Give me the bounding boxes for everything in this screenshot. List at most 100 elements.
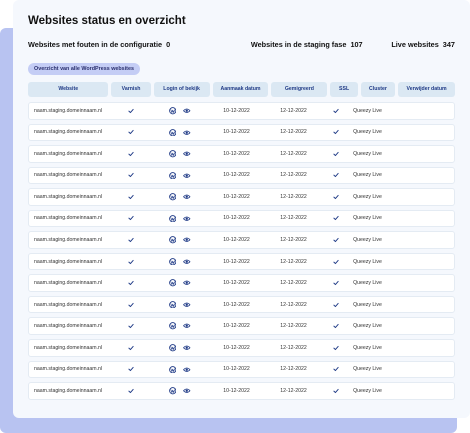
migrated-date: 12-12-2022 (280, 366, 307, 373)
table-row[interactable]: naam.staging.domeinnaam.nl 10-12-2022 12-1… (28, 145, 455, 163)
status-card: Websites status en overzicht Websites me… (13, 0, 470, 418)
check-icon (333, 302, 339, 308)
website-url[interactable]: naam.staging.domeinnaam.nl (29, 146, 111, 162)
table-row[interactable]: naam.staging.domeinnaam.nl 10-12-2022 12-1… (28, 188, 455, 206)
wordpress-icon[interactable] (168, 257, 177, 266)
eye-icon[interactable] (183, 236, 191, 244)
login-actions (151, 383, 208, 399)
website-url[interactable]: naam.staging.domeinnaam.nl (29, 103, 111, 119)
cluster-name: Queezy Live (353, 323, 382, 330)
wordpress-icon[interactable] (168, 301, 177, 309)
website-url[interactable]: naam.staging.domeinnaam.nl (29, 232, 111, 248)
stat-staging-label: Websites in de staging fase (250, 40, 347, 49)
wordpress-icon[interactable] (168, 128, 177, 137)
ssl-status (322, 297, 350, 313)
eye-icon[interactable] (183, 150, 191, 158)
login-actions (151, 362, 208, 378)
delete-date (385, 254, 443, 270)
column-header-migrated[interactable]: Gemigreerd (271, 82, 328, 97)
website-url[interactable]: naam.staging.domeinnaam.nl (29, 362, 111, 378)
wordpress-icon[interactable] (168, 344, 177, 352)
check-icon (128, 194, 134, 200)
website-url[interactable]: naam.staging.domeinnaam.nl (29, 254, 111, 270)
table-row[interactable]: naam.staging.domeinnaam.nl 10-12-2022 12-1… (28, 123, 455, 142)
eye-icon[interactable] (183, 172, 191, 180)
table-row[interactable]: naam.staging.domeinnaam.nl 10-12-2022 12-1… (28, 317, 455, 335)
eye-icon[interactable] (183, 258, 191, 266)
column-header-login[interactable]: Login of bekijk (153, 82, 210, 97)
created-date: 10-12-2022 (223, 344, 250, 351)
filter-pill[interactable]: Overzicht van alle WordPress websites (28, 63, 140, 75)
table-row[interactable]: naam.staging.domeinnaam.nl 10-12-2022 12-1… (28, 231, 455, 249)
column-header-added[interactable]: Aanmaak datum (212, 82, 269, 97)
table-row[interactable]: naam.staging.domeinnaam.nl 10-12-2022 12-1… (28, 295, 455, 314)
website-url[interactable]: naam.staging.domeinnaam.nl (29, 189, 111, 205)
migrated-date: 12-12-2022 (280, 344, 307, 351)
column-header-ssl[interactable]: SSL (330, 82, 358, 97)
eye-icon[interactable] (183, 322, 191, 330)
check-icon (128, 259, 134, 265)
login-actions (151, 232, 208, 248)
table-row[interactable]: naam.staging.domeinnaam.nl 10-12-2022 12-1… (28, 339, 455, 357)
cluster-name: Queezy Live (353, 387, 382, 394)
eye-icon[interactable] (183, 366, 191, 374)
wordpress-icon[interactable] (168, 193, 177, 201)
eye-icon[interactable] (183, 215, 191, 223)
column-header-varnish[interactable]: Varnish (111, 82, 151, 97)
website-url[interactable]: naam.staging.domeinnaam.nl (29, 211, 111, 227)
wordpress-icon[interactable] (168, 150, 177, 158)
wordpress-icon[interactable] (168, 387, 177, 395)
wordpress-icon[interactable] (168, 279, 177, 287)
login-actions (151, 103, 208, 119)
varnish-status (111, 340, 151, 356)
stat-live-count: 347 (442, 40, 455, 49)
delete-date (385, 211, 443, 227)
website-url[interactable]: naam.staging.domeinnaam.nl (29, 297, 111, 313)
column-header-website[interactable]: Website (28, 82, 109, 97)
website-url[interactable]: naam.staging.domeinnaam.nl (29, 275, 111, 291)
check-icon (128, 215, 134, 221)
wordpress-icon[interactable] (168, 171, 177, 180)
column-header-delete-date[interactable]: Verwijder datum (398, 82, 456, 97)
eye-icon[interactable] (183, 344, 191, 352)
cluster-name: Queezy Live (353, 366, 382, 373)
website-url[interactable]: naam.staging.domeinnaam.nl (29, 168, 111, 184)
eye-icon[interactable] (183, 107, 191, 115)
table-row[interactable]: naam.staging.domeinnaam.nl 10-12-2022 12-1… (28, 382, 455, 400)
wordpress-icon[interactable] (168, 365, 177, 374)
eye-icon[interactable] (183, 301, 191, 309)
website-url[interactable]: naam.staging.domeinnaam.nl (29, 318, 111, 334)
wordpress-icon[interactable] (168, 107, 177, 115)
eye-icon[interactable] (183, 193, 191, 201)
website-url[interactable]: naam.staging.domeinnaam.nl (29, 340, 111, 356)
eye-icon[interactable] (183, 279, 191, 287)
website-url[interactable]: naam.staging.domeinnaam.nl (29, 383, 111, 399)
check-icon (333, 108, 339, 114)
delete-date (385, 297, 443, 313)
table-row[interactable]: naam.staging.domeinnaam.nl 10-12-2022 12-1… (28, 274, 455, 292)
table-row[interactable]: naam.staging.domeinnaam.nl 10-12-2022 12-1… (28, 360, 455, 379)
table-row[interactable]: naam.staging.domeinnaam.nl 10-12-2022 12-1… (28, 209, 455, 228)
page-title: Websites status en overzicht (28, 15, 186, 27)
cluster-name: Queezy Live (353, 107, 382, 114)
eye-icon[interactable] (183, 387, 191, 395)
table-row[interactable]: naam.staging.domeinnaam.nl 10-12-2022 12-1… (28, 166, 455, 185)
created-date: 10-12-2022 (223, 150, 250, 157)
website-url[interactable]: naam.staging.domeinnaam.nl (29, 125, 111, 141)
migrated-date: 12-12-2022 (280, 172, 307, 179)
created-date: 10-12-2022 (223, 129, 250, 136)
wordpress-icon[interactable] (168, 214, 177, 223)
wordpress-icon[interactable] (168, 236, 177, 244)
cluster-name: Queezy Live (353, 193, 382, 200)
column-header-cluster[interactable]: Cluster (360, 82, 396, 97)
wordpress-icon[interactable] (168, 322, 177, 330)
migrated-date: 12-12-2022 (280, 129, 307, 136)
login-actions (151, 189, 208, 205)
table-row[interactable]: naam.staging.domeinnaam.nl 10-12-2022 12-1… (28, 102, 455, 120)
cluster-name: Queezy Live (353, 129, 382, 136)
delete-date (385, 168, 443, 184)
table-row[interactable]: naam.staging.domeinnaam.nl 10-12-2022 12-1… (28, 252, 455, 271)
eye-icon[interactable] (183, 129, 191, 137)
delete-date (385, 232, 443, 248)
check-icon (128, 345, 134, 351)
